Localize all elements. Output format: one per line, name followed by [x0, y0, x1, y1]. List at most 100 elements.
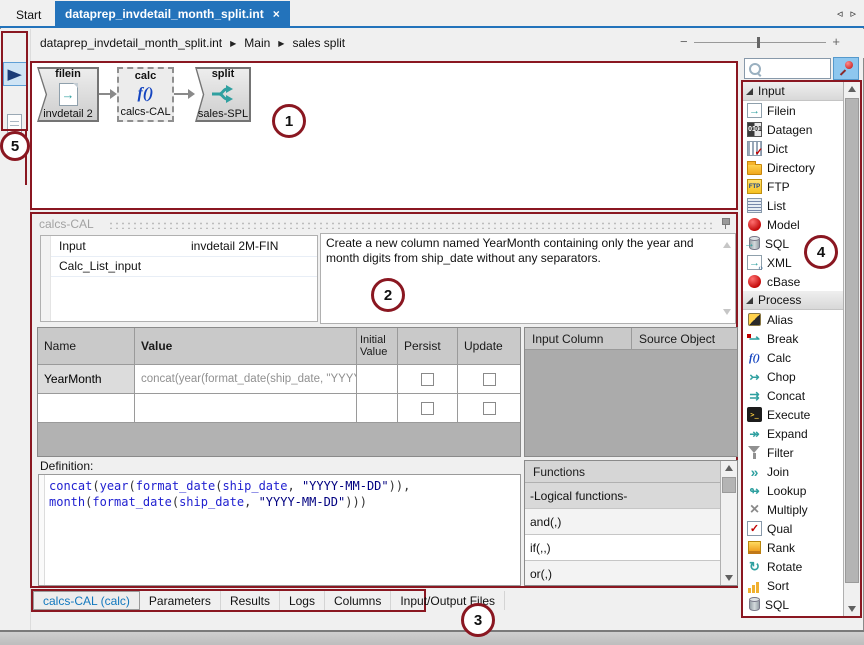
function-row[interactable]: and(,) — [525, 509, 720, 535]
palette-item-multiply[interactable]: Multiply — [743, 500, 843, 519]
node-name-label: sales-SPL — [198, 108, 248, 120]
cell-initial-value[interactable] — [357, 394, 398, 423]
run-button[interactable]: ▶ — [3, 62, 27, 86]
scroll-up-icon[interactable] — [723, 242, 731, 248]
palette-item-concat[interactable]: Concat — [743, 386, 843, 405]
palette-item-label: Rank — [767, 541, 795, 555]
palette-item-sort[interactable]: Sort — [743, 576, 843, 595]
breadcrumb-item[interactable]: dataprep_invdetail_month_split.int — [40, 36, 222, 50]
column-header-name: Name — [38, 328, 135, 365]
app-window: Start dataprep_invdetail_month_split.int… — [0, 0, 864, 645]
zoom-slider-track[interactable] — [694, 42, 827, 43]
palette-item-directory[interactable]: Directory — [743, 158, 843, 177]
scroll-up-icon[interactable] — [848, 86, 856, 92]
scrollbar-thumb[interactable] — [722, 477, 736, 493]
scroll-down-icon[interactable] — [848, 606, 856, 612]
prop-label: Input — [51, 239, 191, 253]
palette-item-label: Rotate — [767, 560, 802, 574]
palette-item-label: Datagen — [767, 123, 812, 137]
table-row[interactable] — [38, 394, 520, 423]
function-row[interactable]: if(,,) — [525, 535, 720, 561]
palette-item-filter[interactable]: Filter — [743, 443, 843, 462]
breadcrumb-item[interactable]: sales split — [292, 36, 345, 50]
tab-start[interactable]: Start — [2, 4, 55, 26]
palette-item-execute[interactable]: Execute — [743, 405, 843, 424]
tab-scroll-right-icon[interactable]: ▹ — [850, 7, 856, 20]
bottom-tab-results[interactable]: Results — [221, 591, 280, 610]
persist-checkbox[interactable] — [421, 402, 434, 415]
search-icon — [749, 63, 761, 75]
palette-scrollbar[interactable] — [843, 82, 860, 616]
definition-code[interactable]: concat(year(format_date(ship_date, "YYYY… — [49, 478, 410, 510]
scroll-up-icon[interactable] — [725, 465, 733, 471]
zoom-out-icon[interactable]: − — [680, 37, 688, 47]
palette-item-label: List — [767, 199, 786, 213]
function-group-row[interactable]: -Logical functions- — [525, 483, 720, 509]
palette-section-process[interactable]: Process — [743, 291, 843, 310]
bottom-tab-parameters[interactable]: Parameters — [140, 591, 221, 610]
definition-editor[interactable]: concat(year(format_date(ship_date, "YYYY… — [38, 474, 521, 586]
palette-section-input[interactable]: Input — [743, 82, 843, 101]
palette-item-label: Multiply — [767, 503, 808, 517]
table-row[interactable]: YearMonth concat(year(format_date(ship_d… — [38, 365, 520, 394]
node-split[interactable]: split sales-SPL — [195, 67, 251, 122]
node-filein[interactable]: filein invdetail 2 — [37, 67, 99, 122]
palette-item-list[interactable]: List — [743, 196, 843, 215]
palette-item-label: Alias — [767, 313, 793, 327]
palette-item-calc[interactable]: Calc — [743, 348, 843, 367]
node-calc[interactable]: calc f() calcs-CAL — [117, 67, 174, 122]
functions-scrollbar[interactable] — [720, 461, 737, 585]
palette-item-model[interactable]: Model — [743, 215, 843, 234]
palette-item-ftp[interactable]: FTP — [743, 177, 843, 196]
prop-value[interactable]: invdetail 2M-FIN — [191, 239, 317, 253]
palette-search-input[interactable] — [744, 58, 831, 79]
cell-value[interactable]: concat(year(format_date(ship_date, "YYYY… — [141, 373, 357, 385]
palette-item-qual[interactable]: Qual — [743, 519, 843, 538]
function-row[interactable]: or(,) — [525, 561, 720, 586]
palette-item-cbase[interactable]: cBase — [743, 272, 843, 291]
palette-item-chop[interactable]: Chop — [743, 367, 843, 386]
palette-item-label: Concat — [767, 389, 805, 403]
close-tab-icon[interactable]: × — [273, 7, 280, 21]
scroll-down-icon[interactable] — [723, 309, 731, 315]
sql-db-icon — [749, 598, 760, 611]
zoom-slider-handle[interactable] — [757, 37, 760, 48]
palette-item-join[interactable]: Join — [743, 462, 843, 481]
cell-initial-value[interactable] — [357, 365, 398, 394]
prop-row-calc-list-input[interactable]: Calc_List_input — [51, 256, 317, 277]
palette-item-lookup[interactable]: Lookup — [743, 481, 843, 500]
document-icon — [7, 114, 22, 133]
zoom-slider[interactable]: − + — [680, 37, 840, 47]
scrollbar-thumb[interactable] — [845, 98, 859, 583]
palette-item-sql[interactable]: SQL — [743, 595, 843, 614]
editor-gutter — [39, 475, 45, 585]
panel-pin-icon[interactable] — [720, 217, 730, 229]
tab-active-document[interactable]: dataprep_invdetail_month_split.int × — [55, 1, 290, 26]
panel-drag-handle[interactable] — [108, 221, 714, 229]
palette-item-filein[interactable]: Filein — [743, 101, 843, 120]
prop-row-input[interactable]: Input invdetail 2M-FIN — [51, 236, 317, 257]
break-icon — [747, 331, 762, 346]
palette-item-expand[interactable]: Expand — [743, 424, 843, 443]
scroll-down-icon[interactable] — [725, 575, 733, 581]
zoom-in-icon[interactable]: + — [832, 37, 840, 47]
tab-scroll-left-icon[interactable]: ◃ — [837, 7, 843, 20]
palette-item-alias[interactable]: Alias — [743, 310, 843, 329]
update-checkbox[interactable] — [483, 402, 496, 415]
calc-definition-table: Name Value Initial Value Persist Update … — [37, 327, 521, 457]
palette-pin-button[interactable] — [833, 57, 859, 80]
bottom-tab-calcs-cal-calc-[interactable]: calcs-CAL (calc) — [33, 591, 140, 610]
palette-item-dict[interactable]: Dict — [743, 139, 843, 158]
bottom-tab-columns[interactable]: Columns — [325, 591, 391, 610]
update-checkbox[interactable] — [483, 373, 496, 386]
palette-item-rank[interactable]: Rank — [743, 538, 843, 557]
cell-name[interactable]: YearMonth — [38, 365, 135, 394]
cell-name[interactable] — [38, 394, 135, 423]
palette-item-rotate[interactable]: Rotate — [743, 557, 843, 576]
breadcrumb-item[interactable]: Main — [244, 36, 270, 50]
palette-item-break[interactable]: Break — [743, 329, 843, 348]
palette-item-datagen[interactable]: Datagen — [743, 120, 843, 139]
persist-checkbox[interactable] — [421, 373, 434, 386]
graph-canvas[interactable]: filein invdetail 2 calc f() calcs-CAL sp… — [30, 61, 738, 210]
bottom-tab-logs[interactable]: Logs — [280, 591, 325, 610]
